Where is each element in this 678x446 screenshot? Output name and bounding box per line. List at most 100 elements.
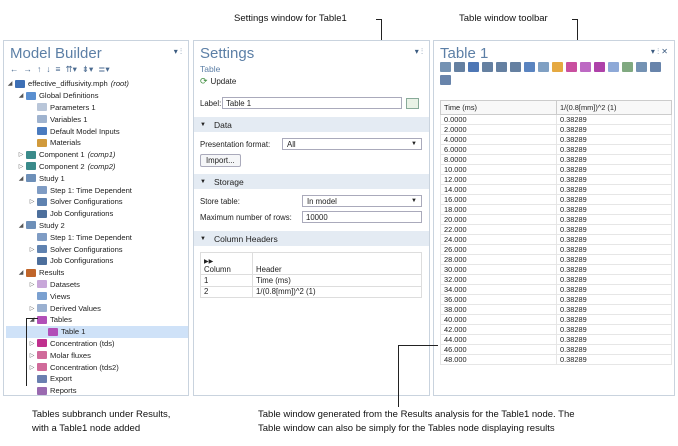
tree-node[interactable]: ◢ effective_diffusivity.mph (root) [6,78,188,90]
table-cell[interactable]: 2.0000 [440,124,557,135]
copy-icon[interactable] [622,62,633,72]
table-cell[interactable]: 48.000 [440,354,557,365]
table-cell[interactable]: 10.000 [440,164,557,175]
tree-node[interactable]: ◢ Study 1 [6,172,188,184]
table-cell[interactable]: 0.38289 [556,174,672,185]
table-row[interactable]: 46.000 0.38289 [440,344,672,355]
table-cell[interactable]: 14.000 [440,184,557,195]
table-cell[interactable]: 0.38289 [556,154,672,165]
layout-icon[interactable] [650,62,661,72]
table-cell[interactable]: 0.38289 [556,184,672,195]
table-cell[interactable]: 0.38289 [556,124,672,135]
table-cell[interactable]: 0.38289 [556,314,672,325]
table-row[interactable]: 0.0000 0.38289 [440,114,672,125]
expand-toggle-icon[interactable]: ▷ [28,281,36,288]
table-cell[interactable]: 0.38289 [556,144,672,155]
tree-node[interactable]: ▷ Datasets [6,279,188,291]
table-cell[interactable]: 16.000 [440,194,557,205]
table-cell[interactable]: 42.000 [440,324,557,335]
column-icon[interactable] [580,62,591,72]
table-cell[interactable]: 26.000 [440,244,557,255]
table-row[interactable]: 22.000 0.38289 [440,224,672,235]
tree-node[interactable]: Export [6,373,188,385]
table-cell[interactable]: 0.38289 [556,164,672,175]
table-row[interactable]: 16.000 0.38289 [440,194,672,205]
table-cell[interactable]: 12.000 [440,174,557,185]
table-cell[interactable]: 0.38289 [556,344,672,355]
table-row[interactable]: 20.000 0.38289 [440,214,672,225]
toolbar-button[interactable]: ↓ [46,64,50,74]
table-row[interactable]: 18.000 0.38289 [440,204,672,215]
color-icon[interactable] [594,62,605,72]
table-row[interactable]: 30.000 0.38289 [440,264,672,275]
delete-icon[interactable] [566,62,577,72]
settings-icon[interactable] [538,62,549,72]
update-button[interactable]: ⟳ Update [194,74,429,89]
table-cell[interactable]: 40.000 [440,314,557,325]
table-cell[interactable]: 18.000 [440,204,557,215]
table-cell[interactable]: 0.38289 [556,334,672,345]
toolbar-button[interactable]: ← [10,64,19,74]
store-table-select[interactable]: In model ▼ [302,195,422,207]
table-icon[interactable] [440,62,451,72]
table-row[interactable]: 40.000 0.38289 [440,314,672,325]
table-cell[interactable]: 0.38289 [556,284,672,295]
table-row[interactable]: 48.000 0.38289 [440,354,672,365]
expand-toggle-icon[interactable]: ▷ [28,364,36,371]
tree-node[interactable]: Parameters 1 [6,102,188,114]
toolbar-button[interactable]: ⇟▾ [82,64,93,75]
table-cell[interactable]: 0.38289 [556,234,672,245]
panel-controls[interactable]: ▾ ⫶ [174,47,182,57]
table-cell[interactable]: 24.000 [440,234,557,245]
grid-icon[interactable] [524,62,535,72]
tree-node[interactable]: Reports [6,385,188,395]
tree-node[interactable]: Default Model Inputs [6,125,188,137]
expand-toggle-icon[interactable]: ▷ [28,246,36,253]
table-cell[interactable]: 30.000 [440,264,557,275]
table-cell[interactable]: 6.0000 [440,144,557,155]
tree-node[interactable]: ▷ Component 2 (comp2) [6,161,188,173]
table-cell[interactable]: 0.38289 [556,264,672,275]
expand-toggle-icon[interactable]: ◢ [6,80,14,87]
table-cell[interactable]: 0.38289 [556,224,672,235]
table-cell[interactable]: 0.38289 [556,254,672,265]
table-cell[interactable]: 0.38289 [556,354,672,365]
column-header[interactable]: Time (ms) [440,100,557,115]
table-row[interactable]: 10.000 0.38289 [440,164,672,175]
label-input[interactable]: Table 1 [222,97,402,109]
table-cell[interactable]: 0.38289 [556,114,672,125]
import-button[interactable]: Import... [200,153,241,167]
format-0-85-icon[interactable] [510,62,521,72]
table-cell[interactable]: 0.38289 [556,214,672,225]
dropdown-icon[interactable] [440,75,451,85]
column-header[interactable]: 1/(0.8[mm])^2 (1) [556,100,672,115]
tree-node[interactable]: Job Configurations [6,208,188,220]
tree-node[interactable]: ◢ Global Definitions [6,90,188,102]
brush-icon[interactable] [552,62,563,72]
table-cell[interactable]: 28.000 [440,254,557,265]
table-cell[interactable]: 0.38289 [556,244,672,255]
format-8-5-icon[interactable] [482,62,493,72]
table-cell[interactable]: 0.38289 [556,324,672,335]
format-850-icon[interactable] [496,62,507,72]
presentation-format-select[interactable]: All ▼ [282,138,422,150]
toolbar-button[interactable]: ⇈▾ [65,64,76,75]
toolbar-button[interactable]: ≣▾ [98,64,109,75]
table-cell[interactable]: 0.38289 [556,194,672,205]
tree-node[interactable]: Materials [6,137,188,149]
format-auto-icon[interactable] [468,62,479,72]
table-row[interactable]: 4.0000 0.38289 [440,134,672,145]
column-headers-section-header[interactable]: ▼ Column Headers [194,231,429,246]
tree-node[interactable]: Step 1: Time Dependent [6,231,188,243]
table-cell[interactable]: 32.000 [440,274,557,285]
panel-controls[interactable]: ▾ ⫶ ✕ [651,47,668,57]
data-section-header[interactable]: ▼ Data [194,117,429,132]
toolbar-button[interactable]: ≡ [56,64,61,74]
tree-node[interactable]: ▷ Component 1 (comp1) [6,149,188,161]
table-cell[interactable]: 38.000 [440,304,557,315]
export-icon[interactable] [636,62,647,72]
tree-node[interactable]: ◢ Tables [6,314,188,326]
table-row[interactable]: 36.000 0.38289 [440,294,672,305]
expand-toggle-icon[interactable]: ▷ [28,305,36,312]
tree-node[interactable]: ◢ Study 2 [6,220,188,232]
